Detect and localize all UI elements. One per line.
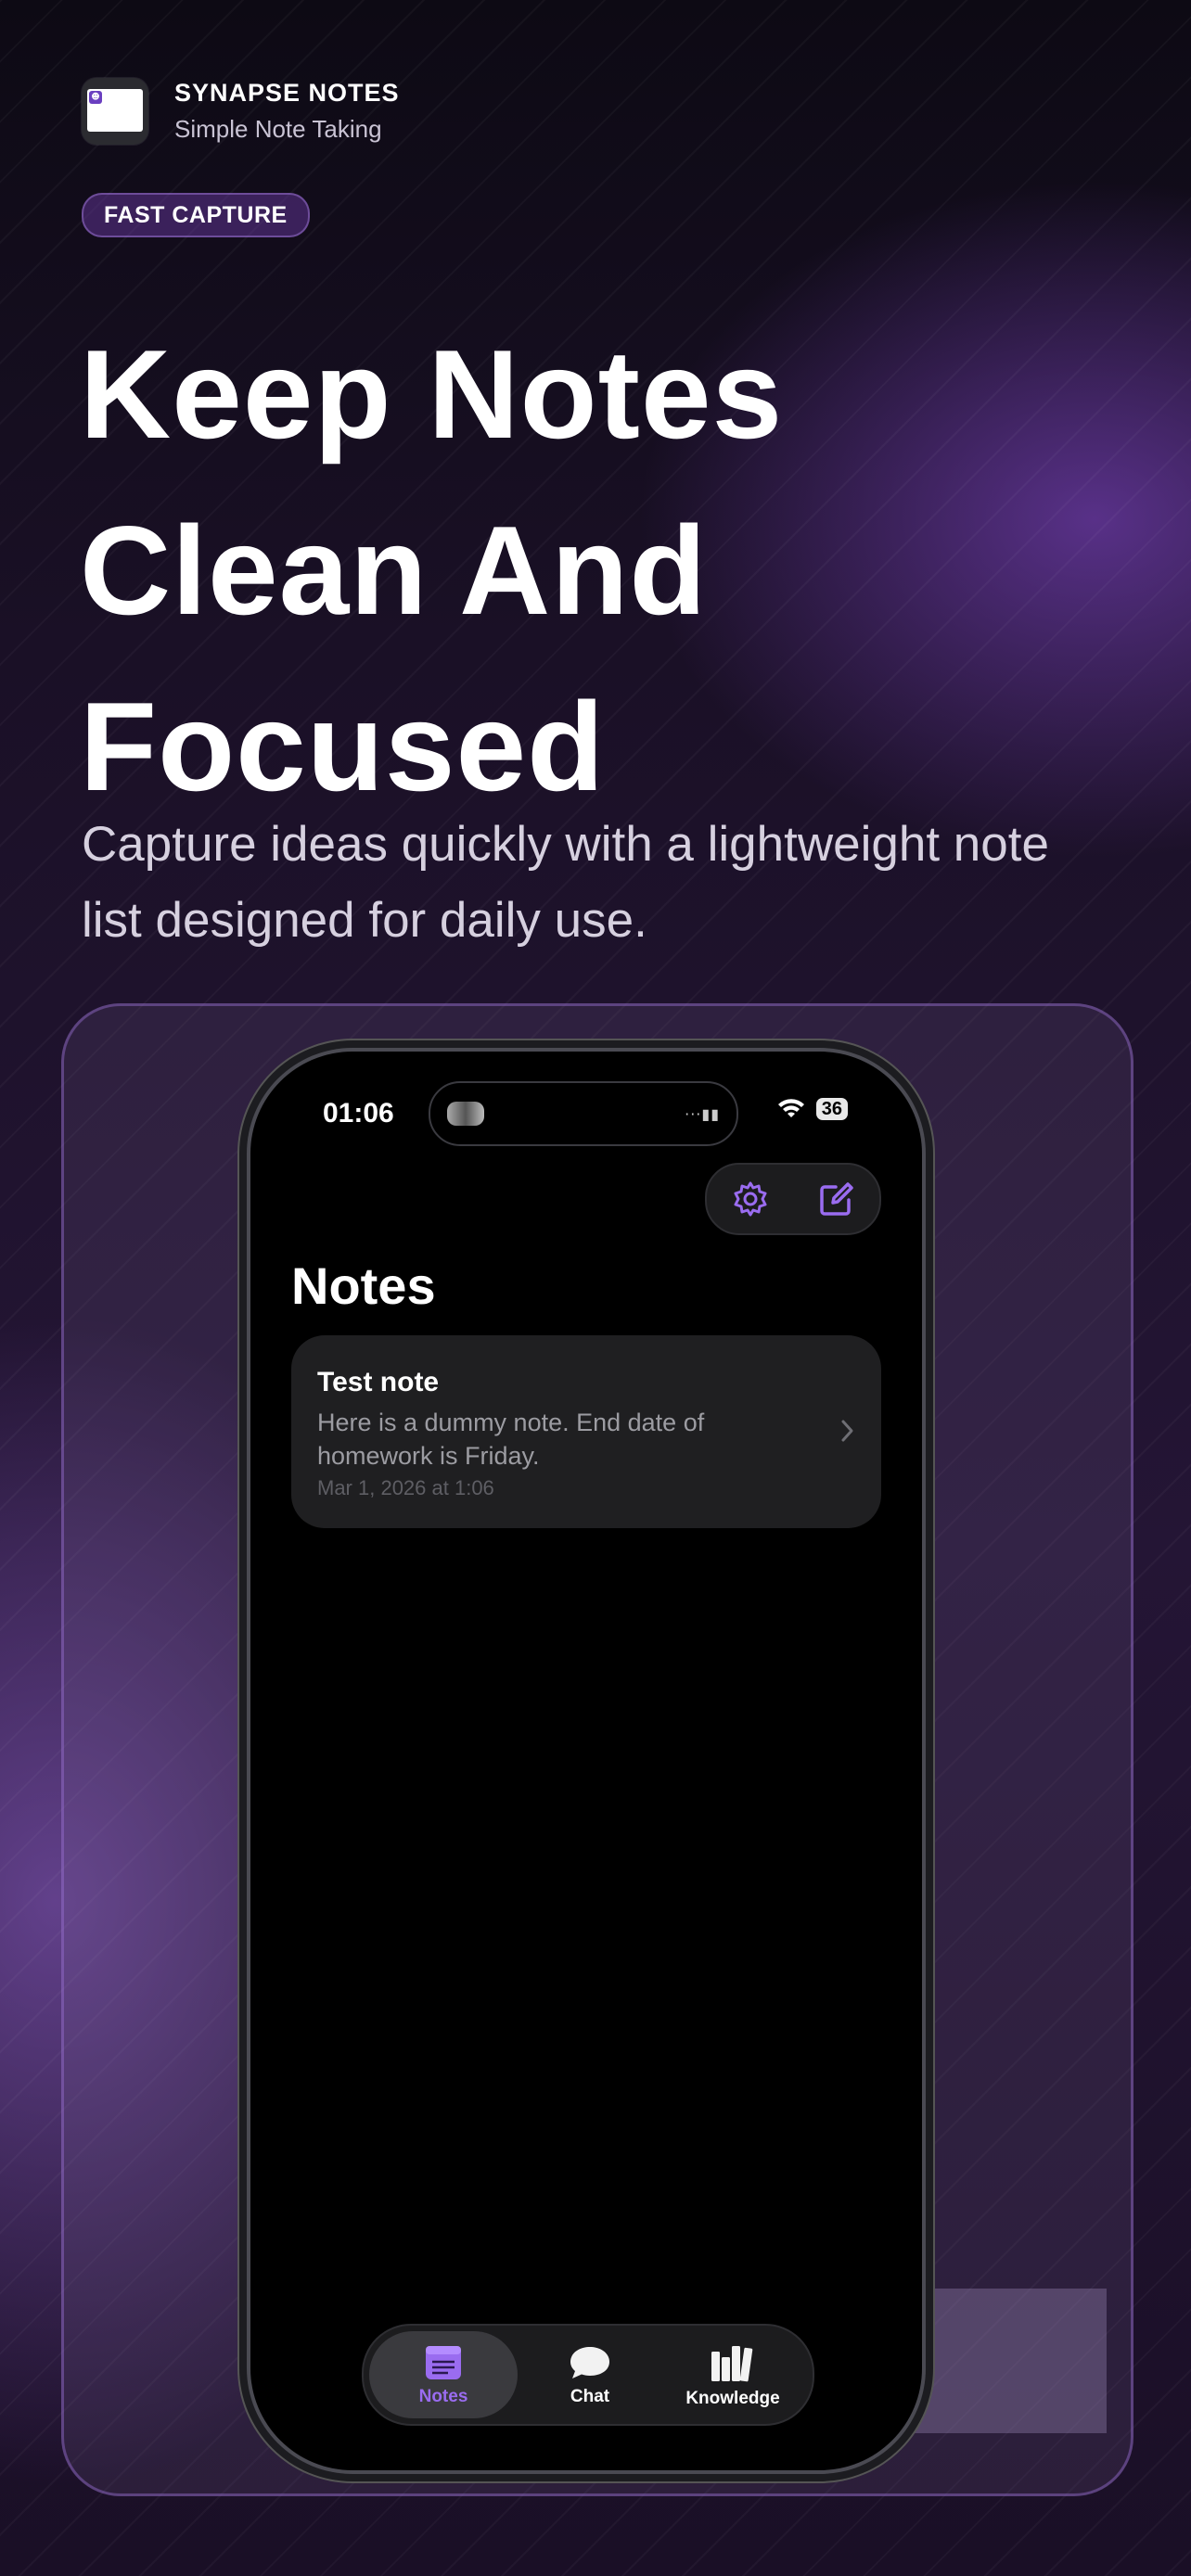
- headline-line-1: Keep Notes: [80, 324, 784, 465]
- page-title: Notes: [291, 1256, 436, 1315]
- tab-knowledge[interactable]: Knowledge: [659, 2331, 807, 2418]
- app-icon: ☻: [82, 78, 148, 145]
- status-time: 01:06: [323, 1098, 394, 1129]
- phone-mockup: 01:06 ···▮▮ 36 Notes Test note Here is a…: [250, 1052, 922, 2470]
- chat-bubble-icon: [570, 2347, 609, 2378]
- signal-bars-icon: ···▮▮: [685, 1105, 720, 1123]
- subtitle: Capture ideas quickly with a lightweight…: [82, 817, 1049, 948]
- books-icon: [711, 2346, 753, 2382]
- island-thumbnail: [447, 1102, 484, 1126]
- tab-chat[interactable]: Chat: [516, 2331, 664, 2418]
- settings-button[interactable]: [724, 1173, 776, 1225]
- brand-tagline: Simple Note Taking: [174, 115, 382, 143]
- tab-notes[interactable]: Notes: [369, 2331, 518, 2418]
- note-list-item[interactable]: Test note Here is a dummy note. End date…: [291, 1335, 881, 1528]
- note-title: Test note: [317, 1367, 440, 1397]
- tab-label-chat: Chat: [570, 2387, 610, 2406]
- battery-indicator: 36: [815, 1098, 848, 1120]
- tab-bar: Notes Chat Knowledge: [362, 2324, 814, 2426]
- dynamic-island: ···▮▮: [429, 1081, 738, 1146]
- notes-icon: [426, 2346, 461, 2379]
- wifi-icon: [777, 1099, 804, 1117]
- headline: Keep Notes Clean And Focused: [80, 306, 783, 835]
- headline-line-2: Clean And: [80, 500, 708, 641]
- tab-label-notes: Notes: [418, 2387, 468, 2406]
- compose-button[interactable]: [811, 1173, 863, 1225]
- chevron-right-icon: [841, 1420, 853, 1442]
- gear-icon: [734, 1181, 766, 1217]
- toolbar: [705, 1163, 881, 1235]
- tab-label-knowledge: Knowledge: [685, 2389, 780, 2408]
- compose-icon: [819, 1182, 853, 1216]
- note-preview: Here is a dummy note. End date of homewo…: [317, 1409, 705, 1470]
- brand-header: ☻ SYNAPSE NOTES Simple Note Taking: [82, 78, 400, 145]
- feature-badge: FAST CAPTURE: [82, 193, 310, 237]
- note-date: Mar 1, 2026 at 1:06: [317, 1476, 494, 1499]
- brand-name: SYNAPSE NOTES: [174, 79, 400, 107]
- status-indicators: 36: [777, 1098, 848, 1120]
- decorative-rect: [914, 2289, 1107, 2433]
